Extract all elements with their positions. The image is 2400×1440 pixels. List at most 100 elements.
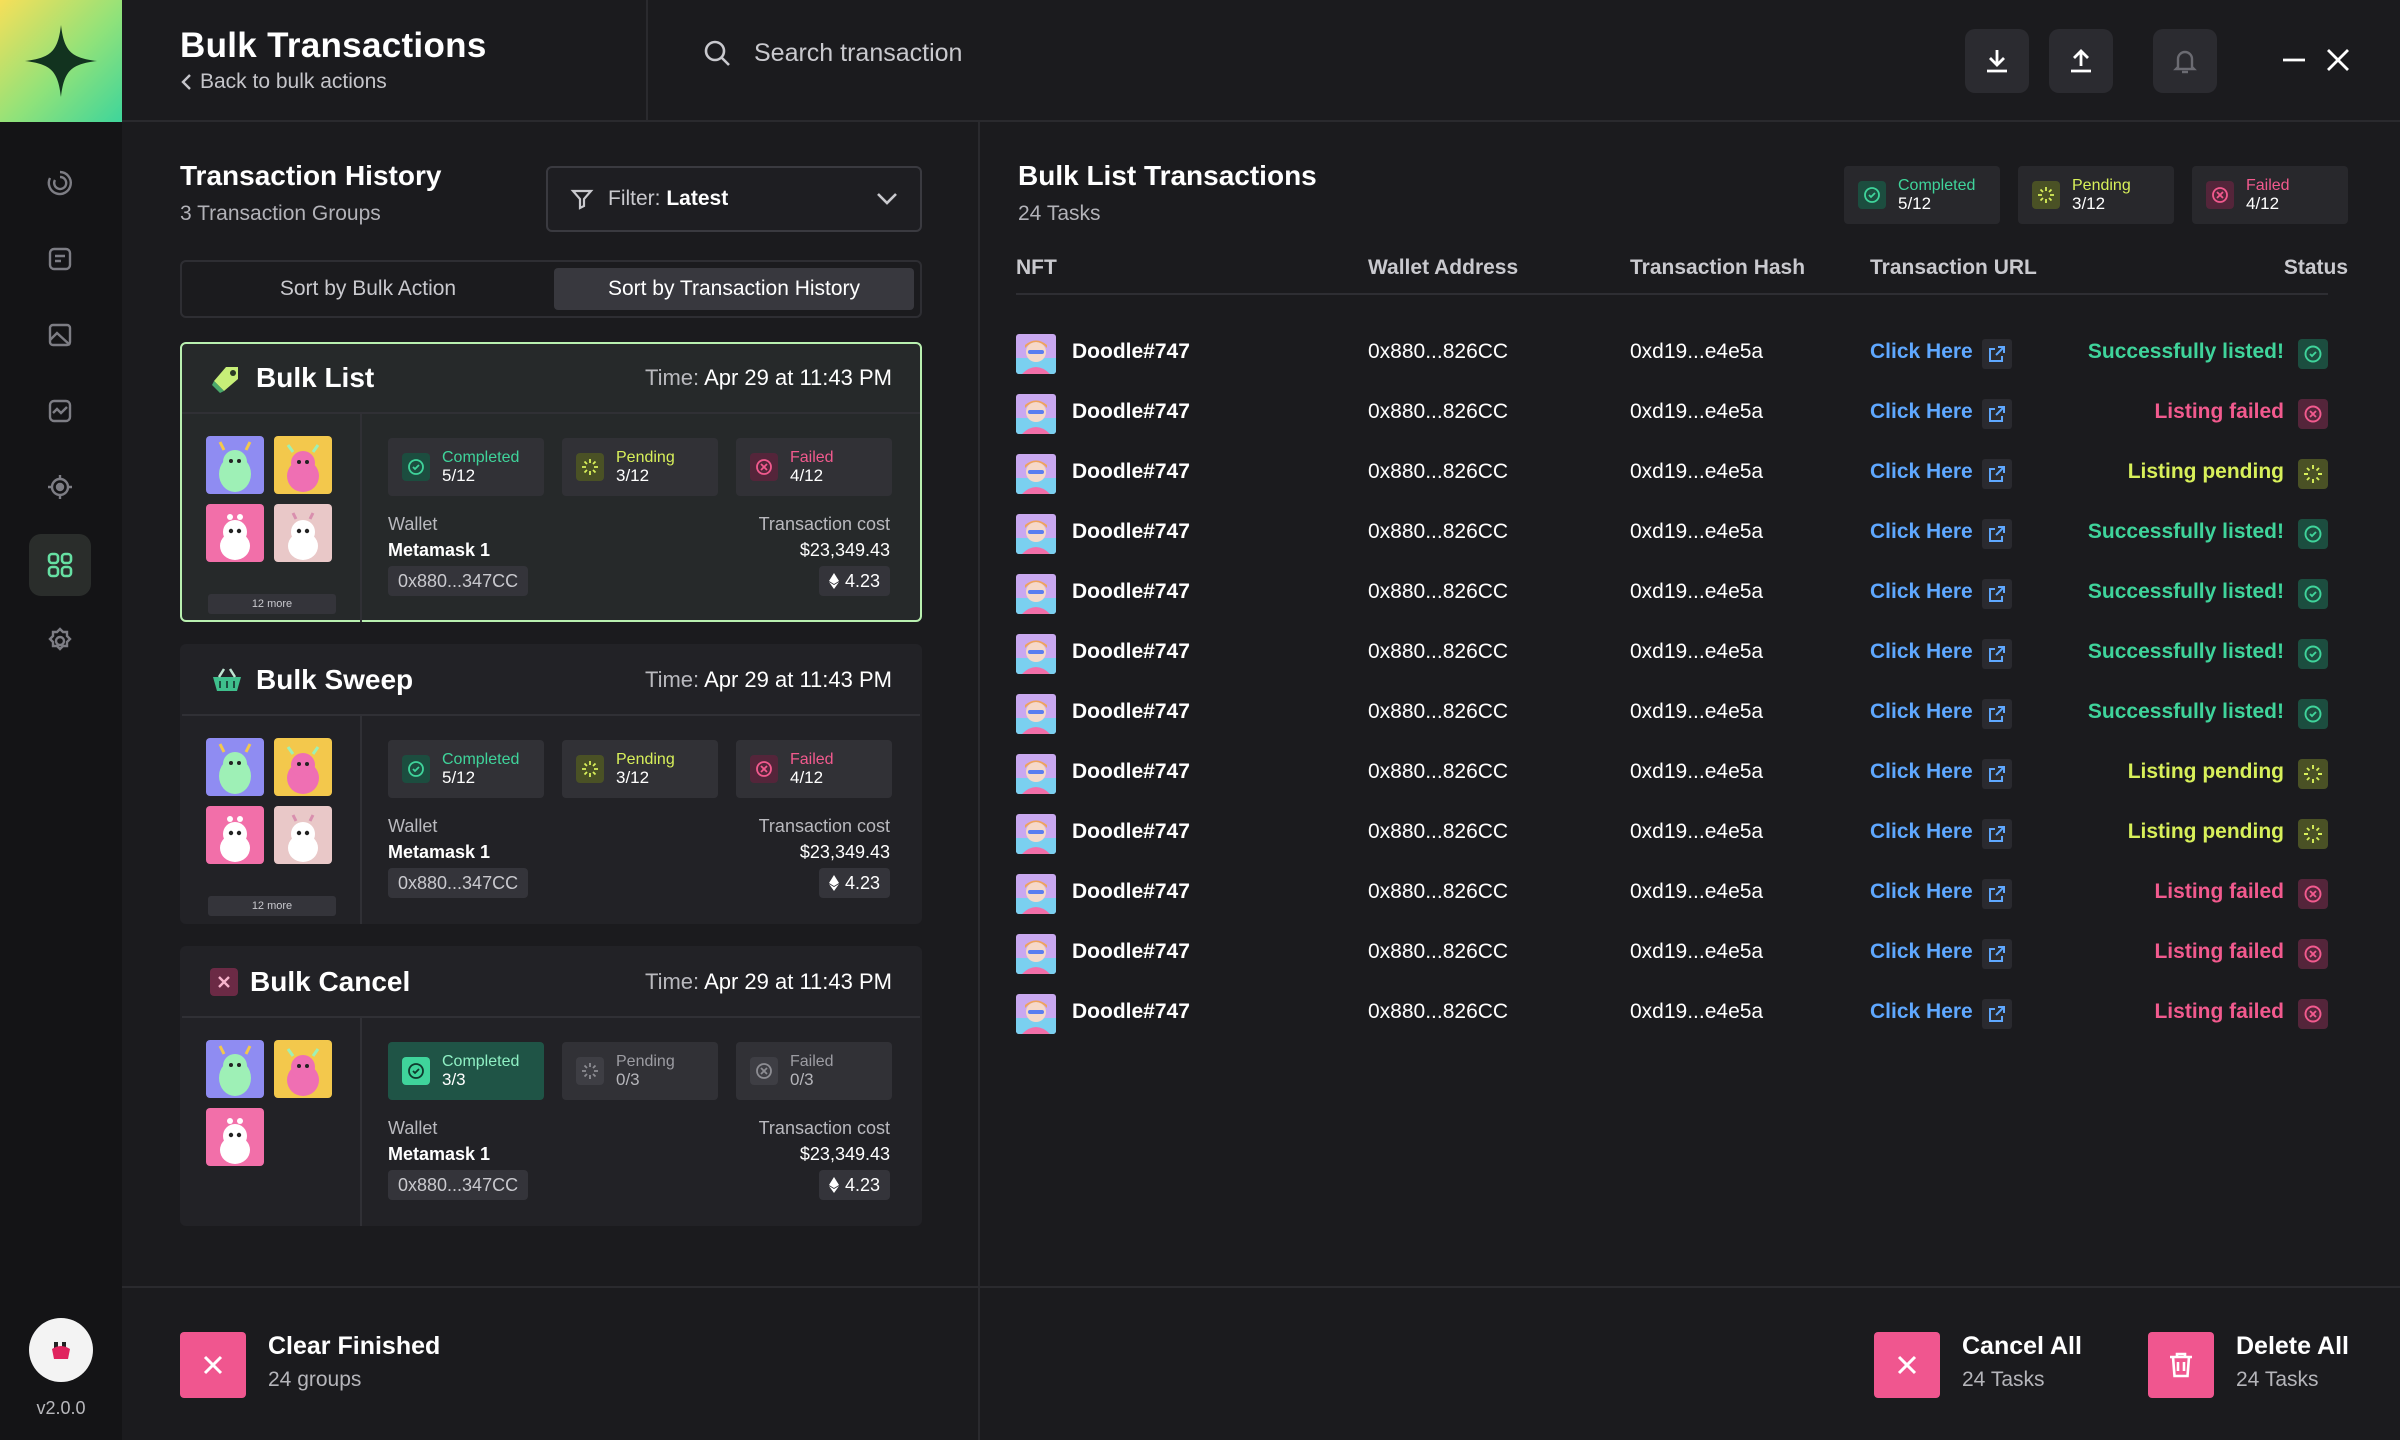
column-header-nft[interactable]: NFT bbox=[1016, 256, 1057, 280]
group-card-bulk-sweep[interactable]: Bulk Sweep Time: Apr 29 at 11:43 PM 12 m… bbox=[180, 644, 922, 924]
app-version: v2.0.0 bbox=[36, 1398, 86, 1418]
external-link-button[interactable] bbox=[1982, 639, 2012, 669]
minimize-button[interactable] bbox=[2274, 40, 2314, 80]
transaction-url-link[interactable]: Click Here bbox=[1870, 820, 1973, 844]
sort-by-transaction-history-tab[interactable]: Sort by Transaction History bbox=[554, 268, 914, 310]
nft-thumbnail bbox=[206, 806, 264, 864]
transaction-url-link[interactable]: Click Here bbox=[1870, 880, 1973, 904]
column-header-hash[interactable]: Transaction Hash bbox=[1630, 256, 1805, 280]
wallet-label: Wallet bbox=[388, 514, 438, 534]
status-icon bbox=[2298, 699, 2328, 729]
document-icon[interactable] bbox=[29, 228, 91, 290]
x-circle-icon bbox=[2298, 999, 2328, 1029]
group-card-bulk-list[interactable]: Bulk List Time: Apr 29 at 11:43 PM 12 mo… bbox=[180, 342, 922, 622]
cost-usd: $23,349.43 bbox=[799, 842, 890, 862]
close-icon bbox=[203, 1355, 223, 1375]
clear-finished-button[interactable] bbox=[180, 1332, 246, 1398]
transaction-url-link[interactable]: Click Here bbox=[1870, 1000, 1973, 1024]
more-thumbnails-label[interactable]: 12 more bbox=[208, 896, 336, 916]
more-thumbnails-label[interactable]: 12 more bbox=[208, 594, 336, 614]
gallery-icon[interactable] bbox=[29, 304, 91, 366]
column-header-url[interactable]: Transaction URL bbox=[1870, 256, 2037, 280]
filter-dropdown[interactable]: Filter: Latest bbox=[546, 166, 922, 232]
external-link-button[interactable] bbox=[1982, 519, 2012, 549]
nft-thumbnail bbox=[274, 806, 332, 864]
close-window-button[interactable] bbox=[2318, 40, 2358, 80]
transactions-subtitle: 24 Tasks bbox=[1018, 202, 1101, 225]
external-link-button[interactable] bbox=[1982, 999, 2012, 1029]
transaction-url-link[interactable]: Click Here bbox=[1870, 520, 1973, 544]
transaction-url-link[interactable]: Click Here bbox=[1870, 760, 1973, 784]
cost-eth: 4.23 bbox=[818, 1170, 890, 1200]
external-link-button[interactable] bbox=[1982, 579, 2012, 609]
back-link[interactable]: Back to bulk actions bbox=[180, 70, 387, 94]
settings-icon[interactable] bbox=[29, 610, 91, 672]
cancel-all-label[interactable]: Cancel All bbox=[1962, 1332, 2082, 1361]
transaction-url-link[interactable]: Click Here bbox=[1870, 580, 1973, 604]
sort-by-bulk-action-tab[interactable]: Sort by Bulk Action bbox=[188, 268, 548, 310]
activity-icon[interactable] bbox=[29, 380, 91, 442]
table-row[interactable]: Doodle#747 0x880...826CC 0xd19...e4e5a Clic… bbox=[1016, 503, 2328, 563]
status-text: Listing failed bbox=[2154, 1000, 2284, 1023]
external-link-button[interactable] bbox=[1982, 699, 2012, 729]
table-row[interactable]: Doodle#747 0x880...826CC 0xd19...e4e5a Clic… bbox=[1016, 923, 2328, 983]
download-button[interactable] bbox=[1965, 29, 2029, 93]
check-circle-icon bbox=[1858, 181, 1886, 209]
table-row[interactable]: Doodle#747 0x880...826CC 0xd19...e4e5a Clic… bbox=[1016, 323, 2328, 383]
delete-all-label[interactable]: Delete All bbox=[2236, 1332, 2349, 1361]
notifications-button[interactable] bbox=[2153, 29, 2217, 93]
external-link-button[interactable] bbox=[1982, 399, 2012, 429]
transaction-url-link[interactable]: Click Here bbox=[1870, 700, 1973, 724]
status-icon bbox=[2298, 879, 2328, 909]
search-input[interactable] bbox=[754, 38, 1354, 68]
user-avatar[interactable] bbox=[29, 1318, 93, 1382]
upload-button[interactable] bbox=[2049, 29, 2113, 93]
table-row[interactable]: Doodle#747 0x880...826CC 0xd19...e4e5a Clic… bbox=[1016, 683, 2328, 743]
check-circle-icon bbox=[2298, 339, 2328, 369]
external-link-button[interactable] bbox=[1982, 459, 2012, 489]
status-icon bbox=[2298, 759, 2328, 789]
x-circle-icon bbox=[2206, 181, 2234, 209]
table-row[interactable]: Doodle#747 0x880...826CC 0xd19...e4e5a Clic… bbox=[1016, 803, 2328, 863]
table-row[interactable]: Doodle#747 0x880...826CC 0xd19...e4e5a Clic… bbox=[1016, 443, 2328, 503]
transaction-url-link[interactable]: Click Here bbox=[1870, 940, 1973, 964]
column-header-wallet[interactable]: Wallet Address bbox=[1368, 256, 1518, 280]
nft-thumbnail bbox=[1016, 574, 1056, 614]
transaction-url-link[interactable]: Click Here bbox=[1870, 400, 1973, 424]
ethereum-icon bbox=[828, 573, 839, 589]
title-block: Bulk Transactions Back to bulk actions bbox=[122, 0, 648, 122]
cost-label: Transaction cost bbox=[758, 514, 890, 534]
target-icon[interactable] bbox=[29, 456, 91, 518]
external-link-button[interactable] bbox=[1982, 759, 2012, 789]
table-row[interactable]: Doodle#747 0x880...826CC 0xd19...e4e5a Clic… bbox=[1016, 383, 2328, 443]
history-icon[interactable] bbox=[29, 152, 91, 214]
table-row[interactable]: Doodle#747 0x880...826CC 0xd19...e4e5a Clic… bbox=[1016, 563, 2328, 623]
wallet-label: Wallet bbox=[388, 1118, 438, 1138]
external-link-icon bbox=[1989, 1006, 2005, 1022]
group-card-bulk-cancel[interactable]: Bulk Cancel Time: Apr 29 at 11:43 PM Com… bbox=[180, 946, 922, 1226]
table-row[interactable]: Doodle#747 0x880...826CC 0xd19...e4e5a Clic… bbox=[1016, 863, 2328, 923]
external-link-button[interactable] bbox=[1982, 819, 2012, 849]
transaction-url-link[interactable]: Click Here bbox=[1870, 640, 1973, 664]
clear-finished-label[interactable]: Clear Finished bbox=[268, 1332, 440, 1361]
external-link-button[interactable] bbox=[1982, 879, 2012, 909]
status-icon bbox=[2298, 519, 2328, 549]
external-link-button[interactable] bbox=[1982, 339, 2012, 369]
grid-icon[interactable] bbox=[29, 534, 91, 596]
column-header-status[interactable]: Status bbox=[2284, 256, 2348, 280]
delete-all-button[interactable] bbox=[2148, 1332, 2214, 1398]
tag-icon bbox=[212, 367, 238, 393]
wallet-name: Metamask 1 bbox=[388, 540, 491, 560]
cost-label: Transaction cost bbox=[758, 816, 890, 836]
external-link-icon bbox=[1989, 706, 2005, 722]
transaction-url-link[interactable]: Click Here bbox=[1870, 340, 1973, 364]
table-row[interactable]: Doodle#747 0x880...826CC 0xd19...e4e5a Clic… bbox=[1016, 743, 2328, 803]
nft-thumbnail bbox=[1016, 634, 1056, 674]
table-row[interactable]: Doodle#747 0x880...826CC 0xd19...e4e5a Clic… bbox=[1016, 623, 2328, 683]
transaction-url-link[interactable]: Click Here bbox=[1870, 460, 1973, 484]
bulk-list-transactions-panel: Bulk List Transactions 24 Tasks Complete… bbox=[980, 122, 2400, 1286]
table-row[interactable]: Doodle#747 0x880...826CC 0xd19...e4e5a Clic… bbox=[1016, 983, 2328, 1043]
external-link-button[interactable] bbox=[1982, 939, 2012, 969]
cancel-all-button[interactable] bbox=[1874, 1332, 1940, 1398]
nft-thumbnail bbox=[274, 436, 332, 494]
